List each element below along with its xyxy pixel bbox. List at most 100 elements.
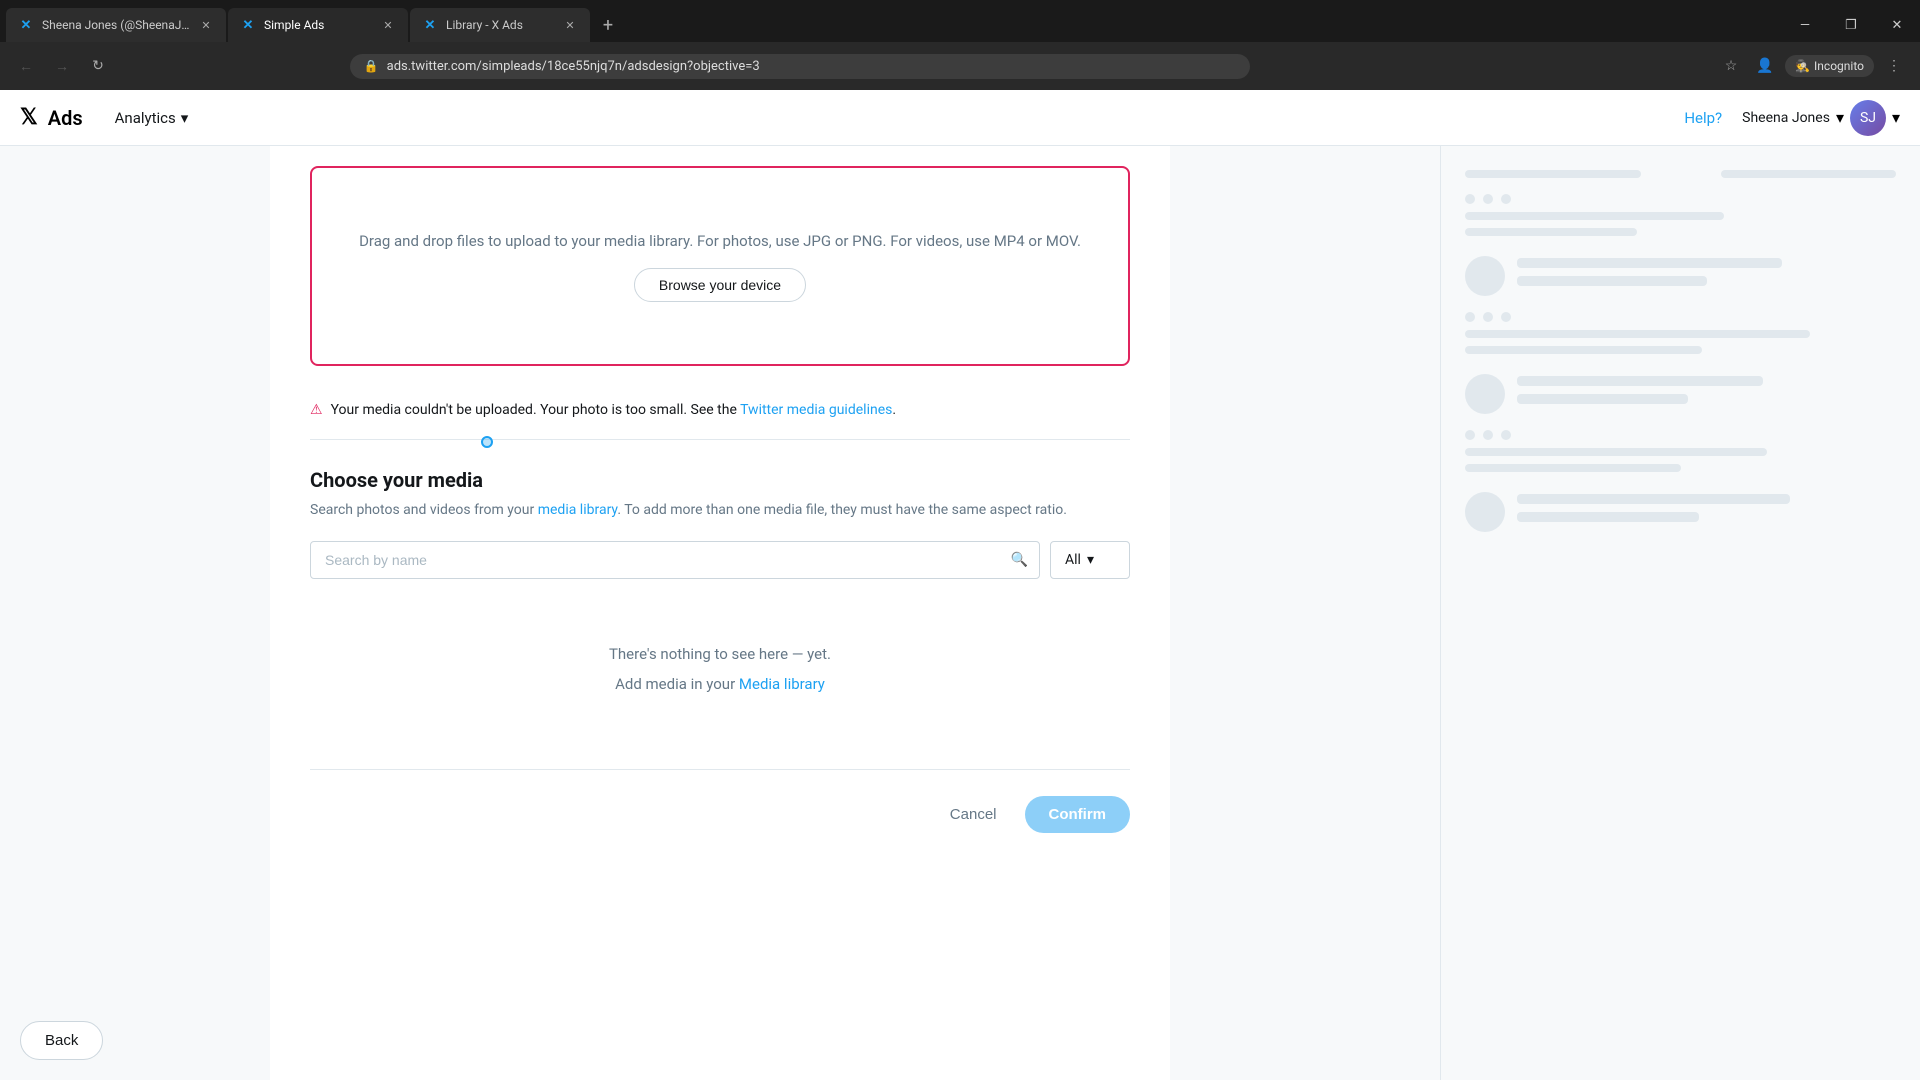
skeleton-avatar-1 <box>1465 256 1505 296</box>
browse-device-button[interactable]: Browse your device <box>634 268 806 302</box>
address-bar: ← → ↻ 🔒 ads.twitter.com/simpleads/18ce55… <box>0 42 1920 90</box>
choose-media-section: Choose your media Search photos and vide… <box>270 448 1170 759</box>
user-chevron-icon: ▾ <box>1836 108 1844 127</box>
skeleton-text-block-1 <box>1517 258 1896 294</box>
tab-bar: ✕ Sheena Jones (@SheenaJone4... ✕ ✕ Simp… <box>0 0 1920 42</box>
empty-line2: Add media in your Media library <box>330 669 1110 699</box>
tab1-close[interactable]: ✕ <box>198 17 214 33</box>
upload-description: Drag and drop files to upload to your me… <box>359 230 1081 253</box>
filter-label: All <box>1065 552 1081 568</box>
empty-state: There's nothing to see here — yet. Add m… <box>310 599 1130 739</box>
tab3-title: Library - X Ads <box>446 18 554 32</box>
help-link[interactable]: Help? <box>1684 109 1722 127</box>
url-text: ads.twitter.com/simpleads/18ce55njq7n/ad… <box>387 59 1236 74</box>
cancel-button[interactable]: Cancel <box>934 798 1013 831</box>
section-divider <box>310 439 1130 440</box>
tab1-title: Sheena Jones (@SheenaJone4... <box>42 18 190 32</box>
app-header: 𝕏 Ads Analytics ▾ Help? Sheena Jones ▾ S… <box>0 90 1920 146</box>
incognito-indicator: 🕵 Incognito <box>1785 55 1874 77</box>
analytics-nav[interactable]: Analytics ▾ <box>103 101 201 135</box>
upload-dropzone[interactable]: Drag and drop files to upload to your me… <box>310 166 1130 366</box>
minimize-button[interactable]: — <box>1782 8 1828 42</box>
empty-prefix: Add media in your <box>615 675 739 693</box>
skeleton-avatar-3 <box>1465 492 1505 532</box>
profile-button[interactable]: 👤 <box>1751 52 1779 80</box>
back-nav-button[interactable]: ← <box>12 52 40 80</box>
skeleton-dots-3 <box>1465 430 1896 440</box>
desc-prefix: Search photos and videos from your <box>310 502 538 518</box>
forward-nav-button[interactable]: → <box>48 52 76 80</box>
empty-line1: There's nothing to see here — yet. <box>330 639 1110 669</box>
skeleton-dot <box>1465 430 1475 440</box>
url-bar[interactable]: 🔒 ads.twitter.com/simpleads/18ce55njq7n/… <box>350 54 1250 79</box>
lock-icon: 🔒 <box>364 59 379 73</box>
action-row: Cancel Confirm <box>270 780 1170 849</box>
new-tab-button[interactable]: + <box>592 8 624 42</box>
skeleton-line <box>1517 258 1782 268</box>
skeleton-dot <box>1501 430 1511 440</box>
upload-section: Drag and drop files to upload to your me… <box>270 146 1170 386</box>
confirm-button[interactable]: Confirm <box>1025 796 1131 833</box>
analytics-label: Analytics <box>115 109 176 127</box>
tab2-favicon: ✕ <box>240 17 256 33</box>
incognito-icon: 🕵 <box>1795 59 1810 73</box>
maximize-button[interactable]: ❐ <box>1828 8 1874 42</box>
back-button-area: Back <box>20 1021 103 1060</box>
error-suffix: . <box>892 402 896 418</box>
error-container: ⚠ Your media couldn't be uploaded. Your … <box>270 390 1170 431</box>
filter-dropdown[interactable]: All ▾ <box>1050 541 1130 579</box>
tab1-favicon: ✕ <box>18 17 34 33</box>
search-icon: 🔍 <box>1011 552 1028 568</box>
x-logo-icon: 𝕏 <box>20 105 38 130</box>
search-box: 🔍 <box>310 541 1040 579</box>
skeleton-dot <box>1483 194 1493 204</box>
tab3-close[interactable]: ✕ <box>562 17 578 33</box>
skeleton-line <box>1517 276 1707 286</box>
close-window-button[interactable]: ✕ <box>1874 8 1920 42</box>
skeleton-text-block-2 <box>1517 376 1896 412</box>
browser-chrome: ✕ Sheena Jones (@SheenaJone4... ✕ ✕ Simp… <box>0 0 1920 90</box>
tab2-close[interactable]: ✕ <box>380 17 396 33</box>
tab-sheena-jones[interactable]: ✕ Sheena Jones (@SheenaJone4... ✕ <box>6 8 226 42</box>
skeleton-bar-2 <box>1721 170 1897 178</box>
ads-label: Ads <box>48 106 83 130</box>
avatar-initials: SJ <box>1860 110 1876 126</box>
app-logo[interactable]: 𝕏 Ads <box>20 105 83 130</box>
tab3-favicon: ✕ <box>422 17 438 33</box>
search-row: 🔍 All ▾ <box>310 541 1130 579</box>
skeleton-row-3 <box>1465 492 1896 532</box>
main-layout: Drag and drop files to upload to your me… <box>0 146 1920 1080</box>
skeleton-line <box>1465 346 1702 354</box>
tab-simple-ads[interactable]: ✕ Simple Ads ✕ <box>228 8 408 42</box>
incognito-label: Incognito <box>1814 59 1864 73</box>
error-message-prefix: Your media couldn't be uploaded. Your ph… <box>331 402 741 418</box>
search-input[interactable] <box>310 541 1040 579</box>
tab-library[interactable]: ✕ Library - X Ads ✕ <box>410 8 590 42</box>
user-name: Sheena Jones <box>1742 110 1830 126</box>
content-area: Drag and drop files to upload to your me… <box>270 146 1170 1080</box>
media-library-link2[interactable]: Media library <box>739 675 825 693</box>
menu-button[interactable]: ⋮ <box>1880 52 1908 80</box>
tab2-title: Simple Ads <box>264 18 372 32</box>
analytics-chevron-icon: ▾ <box>181 109 189 127</box>
rp-top-bar <box>1465 170 1896 178</box>
skeleton-dot <box>1501 312 1511 322</box>
skeleton-row-2 <box>1465 374 1896 414</box>
media-library-link[interactable]: media library <box>538 502 618 518</box>
skeleton-line <box>1517 376 1763 386</box>
warning-icon: ⚠ <box>310 402 323 418</box>
filter-chevron-icon: ▾ <box>1087 552 1094 568</box>
window-controls: — ❐ ✕ <box>1782 8 1920 42</box>
avatar: SJ <box>1850 100 1886 136</box>
twitter-guidelines-link[interactable]: Twitter media guidelines <box>740 402 892 418</box>
bookmark-button[interactable]: ☆ <box>1717 52 1745 80</box>
bottom-divider <box>310 769 1130 770</box>
skeleton-line <box>1517 394 1688 404</box>
choose-media-title: Choose your media <box>310 468 1130 492</box>
reload-button[interactable]: ↻ <box>84 52 112 80</box>
back-button[interactable]: Back <box>20 1021 103 1060</box>
user-info[interactable]: Sheena Jones ▾ SJ ▾ <box>1742 100 1900 136</box>
skeleton-line <box>1517 512 1699 522</box>
skeleton-row-1 <box>1465 256 1896 296</box>
skeleton-dot <box>1465 194 1475 204</box>
